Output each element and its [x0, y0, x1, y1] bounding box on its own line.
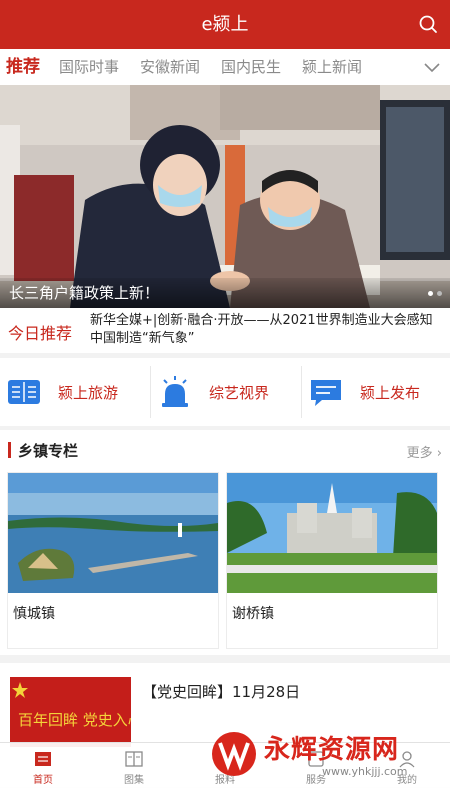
- nav-label: 服务: [306, 775, 326, 786]
- today-headline[interactable]: 新华全媒+|创新·融合·开放——从2021世界制造业大会感知中国制造“新气象”: [90, 312, 440, 348]
- nav-home[interactable]: 首页: [13, 743, 73, 788]
- search-icon[interactable]: [418, 14, 438, 34]
- user-icon: [399, 751, 415, 768]
- service-icon: [308, 751, 324, 767]
- section-accent-bar: [8, 442, 11, 458]
- app-title: e颍上: [201, 14, 249, 35]
- channel-tabs: 推荐 国际时事 安徽新闻 国内民生 颍上新闻: [0, 49, 450, 86]
- news-thumbnail: 百年回眸 党史入心: [10, 677, 131, 747]
- quick-links: 颍上旅游 综艺视界 颍上发布: [0, 358, 450, 426]
- nav-service[interactable]: 服务: [286, 743, 346, 788]
- gallery-icon: [125, 751, 143, 767]
- more-label: 更多: [406, 446, 433, 461]
- nav-gallery[interactable]: 图集: [104, 743, 164, 788]
- nav-label: 报料: [215, 775, 235, 786]
- town-photo: [227, 473, 437, 593]
- siren-icon: [162, 376, 188, 407]
- home-icon: [35, 752, 51, 766]
- carousel-dot[interactable]: [428, 291, 433, 296]
- chevron-right-icon: ›: [436, 446, 442, 461]
- carousel-indicator: [424, 281, 442, 300]
- section-title: 乡镇专栏: [18, 442, 79, 460]
- book-icon: [8, 380, 40, 404]
- quick-link-label: 颍上旅游: [58, 384, 119, 402]
- towns-section: 乡镇专栏 更多 › 慎城镇 谢桥镇: [0, 430, 450, 655]
- banner-caption: 长三角户籍政策上新！: [9, 284, 160, 302]
- app-header: e颍上: [0, 0, 450, 49]
- quick-link-variety[interactable]: 综艺视界: [151, 358, 301, 426]
- chevron-down-icon[interactable]: [422, 57, 442, 77]
- report-icon: [217, 751, 233, 767]
- tab-domestic[interactable]: 国内民生: [221, 49, 281, 85]
- nav-label: 我的: [397, 775, 417, 786]
- bottom-nav: 首页 图集 报料 服务 我的: [0, 742, 450, 788]
- town-name: 谢桥镇: [232, 606, 274, 622]
- news-title: 【党史回眸】11月28日: [142, 683, 301, 701]
- quick-link-tourism[interactable]: 颍上旅游: [0, 358, 150, 426]
- nav-report[interactable]: 报料: [195, 743, 255, 788]
- chat-icon: [311, 380, 341, 406]
- town-name: 慎城镇: [13, 606, 55, 622]
- town-photo: [8, 473, 218, 593]
- nav-profile[interactable]: 我的: [377, 743, 437, 788]
- nav-label: 首页: [33, 775, 53, 786]
- tab-international[interactable]: 国际时事: [59, 49, 119, 85]
- nav-label: 图集: [124, 775, 144, 786]
- tab-yingshang[interactable]: 颍上新闻: [302, 49, 362, 85]
- banner-photo: [0, 85, 450, 308]
- headline-banner[interactable]: 长三角户籍政策上新！: [0, 85, 450, 308]
- today-label: 今日推荐: [8, 324, 73, 343]
- carousel-dot[interactable]: [437, 291, 442, 296]
- town-card[interactable]: 谢桥镇: [226, 472, 438, 649]
- town-card[interactable]: 慎城镇: [7, 472, 219, 649]
- tab-recommend[interactable]: 推荐: [6, 49, 40, 85]
- quick-link-label: 颍上发布: [360, 384, 421, 402]
- quick-link-release[interactable]: 颍上发布: [302, 358, 450, 426]
- today-recommend[interactable]: 今日推荐 新华全媒+|创新·融合·开放——从2021世界制造业大会感知中国制造“…: [0, 308, 450, 353]
- section-more-link[interactable]: 更多 ›: [407, 442, 442, 461]
- tab-anhui[interactable]: 安徽新闻: [140, 49, 200, 85]
- thumb-caption: 百年回眸 党史入心: [18, 711, 131, 729]
- quick-link-label: 综艺视界: [209, 384, 270, 402]
